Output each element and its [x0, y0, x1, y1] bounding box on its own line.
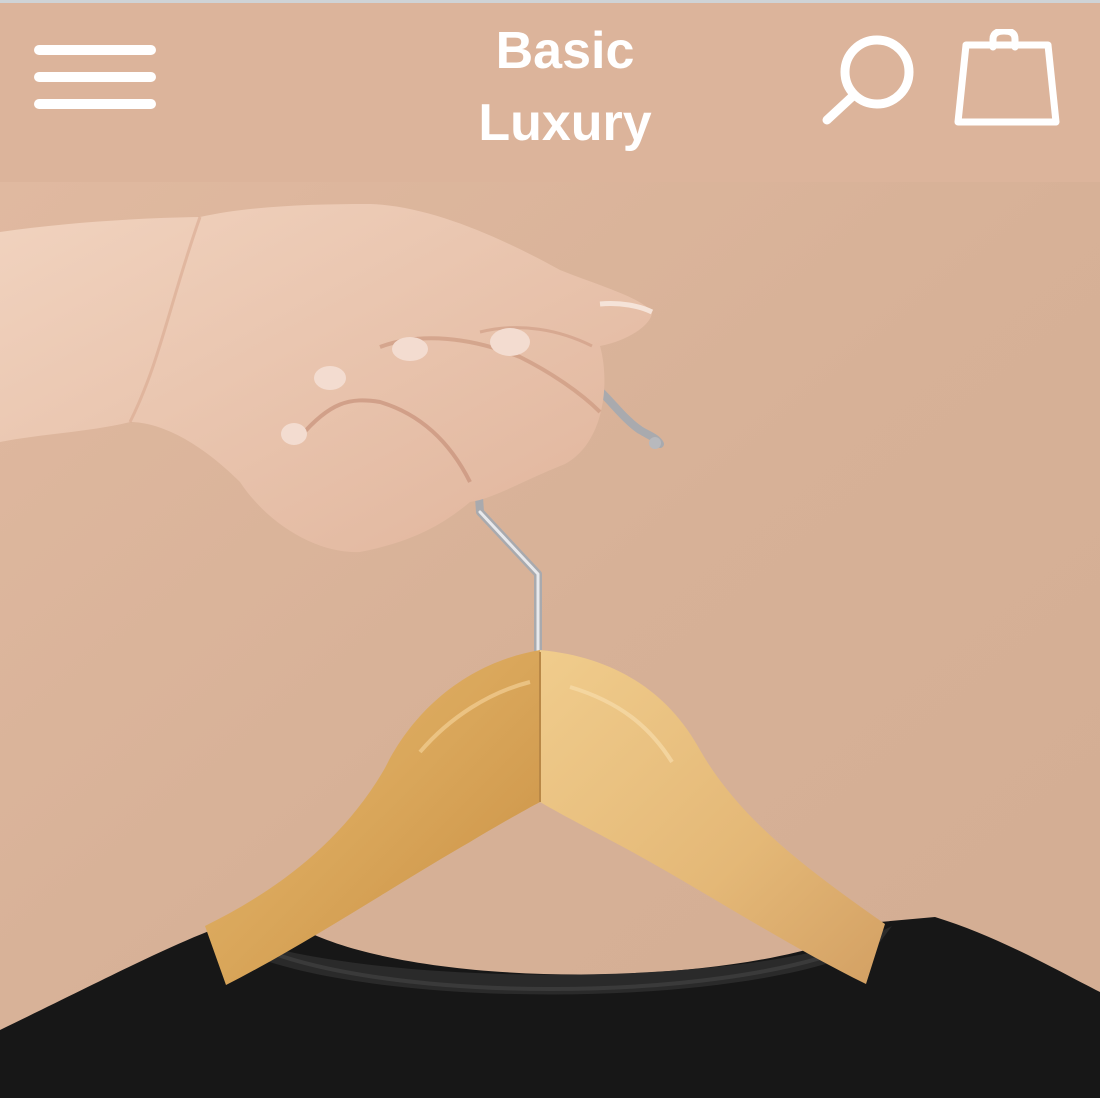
menu-bar-bottom [34, 99, 156, 109]
hero-image [0, 182, 1100, 1098]
search-icon [822, 35, 914, 125]
shopping-bag-icon [954, 27, 1060, 126]
hamburger-menu-icon[interactable] [34, 45, 156, 111]
brand-name-line-2: Luxury [478, 94, 652, 152]
menu-bar-top [34, 45, 156, 55]
top-navigation-bar: Basic Luxury [0, 0, 1100, 182]
cart-button[interactable] [948, 27, 1064, 129]
brand-name-line-1: Basic [495, 22, 635, 80]
menu-bar-middle [34, 72, 156, 82]
search-button[interactable] [818, 31, 922, 127]
hero-banner [0, 182, 1100, 1098]
brand-logo[interactable]: Basic Luxury [390, 15, 740, 159]
